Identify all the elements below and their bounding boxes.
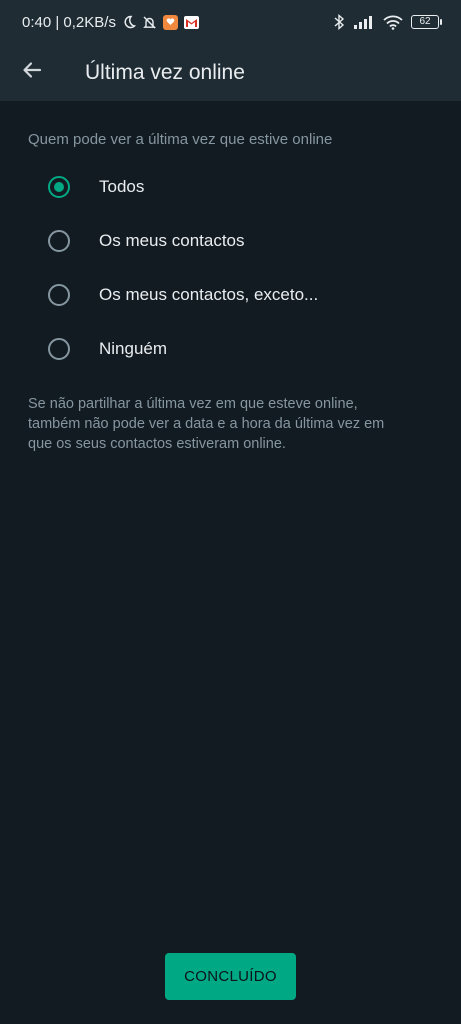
- status-bar-left: 0:40 | 0,2KB/s: [22, 14, 199, 31]
- radio-button[interactable]: [48, 338, 70, 360]
- radio-button-selected[interactable]: [48, 176, 70, 198]
- signal-icon: [353, 15, 375, 29]
- done-button[interactable]: CONCLUÍDO: [165, 953, 296, 1000]
- radio-button[interactable]: [48, 284, 70, 306]
- arrow-left-icon: [21, 59, 43, 86]
- moon-icon: [122, 15, 136, 29]
- screen: 0:40 | 0,2KB/s 62 Última vez online Quem…: [0, 0, 461, 1024]
- gmail-icon: [183, 15, 199, 29]
- option-label: Os meus contactos, exceto...: [99, 285, 319, 304]
- option-label: Ninguém: [99, 339, 168, 358]
- wifi-icon: [383, 15, 403, 30]
- bell-off-icon: [142, 15, 157, 30]
- option-label: Todos: [99, 177, 145, 196]
- option-my-contacts-except[interactable]: Os meus contactos, exceto...: [0, 268, 461, 322]
- back-button[interactable]: [0, 44, 64, 101]
- radio-button[interactable]: [48, 230, 70, 252]
- privacy-options: Todos Os meus contactos Os meus contacto…: [0, 160, 461, 376]
- status-bar: 0:40 | 0,2KB/s 62: [0, 0, 461, 44]
- app-bar: Última vez online: [0, 44, 461, 101]
- info-note: Se não partilhar a última vez em que est…: [28, 396, 385, 452]
- page-title: Última vez online: [85, 60, 245, 84]
- radio-dot: [54, 182, 64, 192]
- option-todos[interactable]: Todos: [0, 160, 461, 214]
- status-time-speed: 0:40 | 0,2KB/s: [22, 13, 116, 31]
- battery-indicator: 62: [411, 15, 442, 29]
- section-label: Quem pode ver a última vez que estive on…: [28, 131, 333, 148]
- status-bar-right: 62: [333, 14, 442, 30]
- bluetooth-icon: [333, 14, 345, 30]
- option-my-contacts[interactable]: Os meus contactos: [0, 214, 461, 268]
- option-nobody[interactable]: Ninguém: [0, 322, 461, 376]
- option-label: Os meus contactos: [99, 231, 245, 250]
- app-notification-icon: [162, 14, 178, 30]
